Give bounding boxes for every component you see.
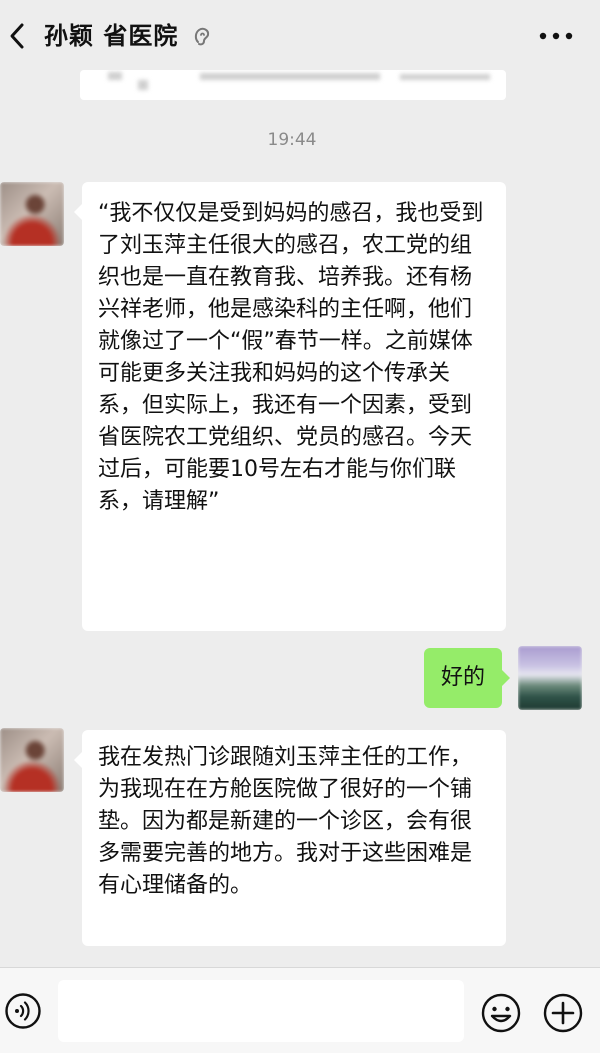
more-horizontal-icon (539, 32, 573, 40)
emoji-icon (481, 993, 521, 1033)
back-button[interactable] (0, 14, 34, 58)
message-text: 我在发热门诊跟随刘玉萍主任的工作，为我现在在方舱医院做了很好的一个铺垫。因为都是… (98, 745, 473, 898)
chat-area[interactable]: 19:44 “我不仅仅是受到妈妈的感召，我也受到了刘玉萍主任很大的感召，农工党的… (0, 70, 600, 967)
message-input[interactable] (58, 980, 464, 1042)
ear-icon (190, 24, 214, 48)
redacted-message (80, 70, 506, 100)
chevron-left-icon (10, 23, 24, 49)
input-bar (0, 967, 600, 1053)
voice-button[interactable] (4, 992, 42, 1030)
message-text: “我不仅仅是受到妈妈的感召，我也受到了刘玉萍主任很大的感召，农工党的组织也是一直… (98, 201, 484, 514)
voice-icon (5, 993, 41, 1029)
contact-avatar[interactable] (0, 182, 64, 246)
message-bubble-incoming[interactable]: 我在发热门诊跟随刘玉萍主任的工作，为我现在在方舱医院做了很好的一个铺垫。因为都是… (74, 730, 506, 946)
plus-icon (543, 993, 583, 1033)
user-avatar[interactable] (518, 646, 582, 710)
message-text: 好的 (440, 665, 485, 690)
message-bubble-incoming[interactable]: “我不仅仅是受到妈妈的感召，我也受到了刘玉萍主任很大的感召，农工党的组织也是一直… (74, 182, 506, 631)
chat-title: 孙颖 省医院 (44, 22, 179, 50)
message-timestamp: 19:44 (267, 130, 317, 150)
more-button[interactable] (534, 22, 578, 50)
contact-avatar[interactable] (0, 728, 64, 792)
plus-button[interactable] (542, 992, 584, 1034)
message-bubble-outgoing[interactable]: 好的 (424, 648, 510, 708)
chat-header: 孙颖 省医院 (0, 0, 600, 70)
emoji-button[interactable] (480, 992, 522, 1034)
